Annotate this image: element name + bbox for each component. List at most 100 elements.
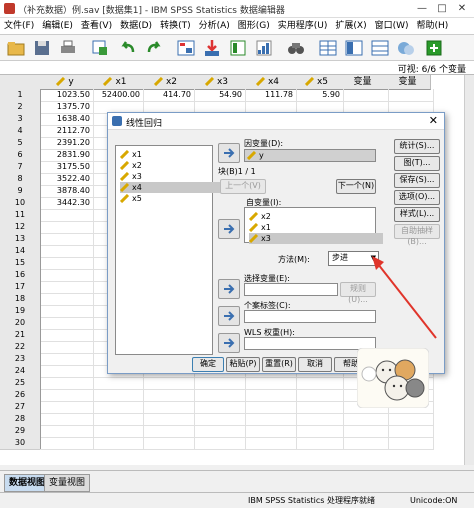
column-header[interactable]: x1 — [90, 75, 141, 90]
column-name: x5 — [316, 77, 329, 87]
arrow-right-icon — [224, 284, 235, 294]
goto-case-icon[interactable] — [176, 38, 196, 58]
ok-button[interactable]: 确定 — [192, 357, 224, 372]
menu-item[interactable]: 查看(V) — [77, 18, 116, 34]
save-icon[interactable] — [32, 38, 52, 58]
menu-item[interactable]: 图形(G) — [234, 18, 274, 34]
minimize-icon[interactable]: — — [414, 2, 430, 15]
menu-item[interactable]: 数据(D) — [116, 18, 156, 34]
list-item[interactable]: x4 — [120, 182, 220, 193]
source-variable-list[interactable]: x1 x2 x3 x4 x5 — [115, 145, 220, 355]
bootstrap-button[interactable]: 自助抽样(B)... — [394, 224, 440, 246]
menu-item[interactable]: 分析(A) — [195, 18, 234, 34]
redo-icon[interactable] — [144, 38, 164, 58]
column-header[interactable]: 变量 — [385, 75, 431, 90]
scale-variable-icon — [120, 172, 130, 181]
grid-cell[interactable] — [385, 437, 434, 450]
menu-item[interactable]: 帮助(H) — [413, 18, 453, 34]
split-file-icon[interactable] — [318, 38, 338, 58]
list-item[interactable]: x3 — [120, 171, 220, 182]
list-item[interactable]: x1 — [120, 149, 220, 160]
goto-variable-icon[interactable] — [202, 38, 222, 58]
undo-icon[interactable] — [118, 38, 138, 58]
column-header[interactable]: 变量 — [340, 75, 386, 90]
column-name: x2 — [165, 77, 178, 87]
independent-variable-list[interactable]: x2 x1 x3 — [244, 207, 383, 244]
style-button[interactable]: 样式(L)... — [394, 207, 440, 222]
menu-item[interactable]: 文件(F) — [0, 18, 38, 34]
list-item[interactable]: x2 — [249, 211, 383, 222]
cat-sticker-image — [357, 348, 429, 408]
column-name: x4 — [267, 77, 280, 87]
menu-item[interactable]: 编辑(E) — [38, 18, 77, 34]
arrow-right-icon — [224, 148, 235, 158]
statistics-button[interactable]: 统计(S)... — [394, 139, 440, 154]
case-labels-field[interactable] — [244, 310, 376, 323]
list-item[interactable]: x1 — [249, 222, 383, 233]
dialog-recall-icon[interactable] — [90, 38, 110, 58]
grid-cell[interactable] — [293, 437, 344, 450]
maximize-icon[interactable]: □ — [434, 2, 450, 15]
column-name: y — [68, 77, 74, 87]
method-select[interactable]: 步进 ▼ — [328, 251, 379, 266]
grid-cell[interactable] — [40, 437, 94, 450]
arrow-right-icon — [224, 224, 235, 234]
scale-variable-icon — [255, 76, 266, 87]
paste-button[interactable]: 粘贴(P) — [226, 357, 260, 372]
grid-cell[interactable] — [242, 437, 297, 450]
options-button[interactable]: 选项(O)... — [394, 190, 440, 205]
column-header[interactable]: x2 — [140, 75, 192, 90]
menu-item[interactable]: 窗口(W) — [371, 18, 413, 34]
list-item[interactable]: x3 — [249, 233, 383, 244]
column-header[interactable]: x3 — [191, 75, 243, 90]
save-button[interactable]: 保存(S)... — [394, 173, 440, 188]
column-header[interactable]: y — [40, 75, 91, 90]
move-independent-button[interactable] — [218, 219, 240, 239]
rule-button[interactable]: 规则(U)... — [340, 282, 376, 304]
value-labels-icon[interactable] — [396, 38, 416, 58]
reset-button[interactable]: 重置(R) — [262, 357, 296, 372]
column-name: 变量 — [398, 77, 417, 87]
move-case-label-button[interactable] — [218, 306, 240, 326]
status-bar: IBM SPSS Statistics 处理程序就绪 Unicode:ON — [0, 492, 474, 508]
tab-variable-view[interactable]: 变量视图 — [44, 474, 91, 492]
descriptive-icon[interactable] — [254, 38, 274, 58]
move-dependent-button[interactable] — [218, 143, 240, 163]
find-icon[interactable] — [286, 38, 306, 58]
column-name: 变量 — [353, 77, 372, 87]
close-icon[interactable]: ✕ — [429, 114, 438, 127]
grid-cell[interactable] — [140, 437, 195, 450]
select-cases-icon[interactable] — [370, 38, 390, 58]
menu-item[interactable]: 转换(T) — [156, 18, 195, 34]
grid-cell[interactable] — [90, 437, 144, 450]
menu-item[interactable]: 扩展(X) — [331, 18, 370, 34]
scale-variable-icon — [249, 212, 259, 221]
open-folder-icon[interactable] — [6, 38, 26, 58]
selection-variable-field[interactable] — [244, 283, 338, 296]
menu-item[interactable]: 实用程序(U) — [274, 18, 332, 34]
window-title: （补充数据）例.sav [数据集1] - IBM SPSS Statistics… — [18, 6, 285, 16]
dependent-field[interactable]: y — [244, 149, 376, 162]
previous-block-button[interactable]: 上一个(V) — [220, 179, 266, 194]
chevron-down-icon: ▼ — [370, 254, 376, 262]
plots-button[interactable]: 图(T)... — [394, 156, 440, 171]
move-selection-button[interactable] — [218, 279, 240, 299]
print-icon[interactable] — [58, 38, 78, 58]
move-wls-button[interactable] — [218, 333, 240, 353]
scale-variable-icon — [249, 223, 259, 232]
variables-icon[interactable] — [228, 38, 248, 58]
list-item[interactable]: x2 — [120, 160, 220, 171]
row-header[interactable]: 30 — [0, 437, 41, 450]
next-block-button[interactable]: 下一个(N) — [336, 179, 376, 194]
list-item[interactable]: x5 — [120, 193, 220, 204]
weight-cases-icon[interactable] — [344, 38, 364, 58]
column-header[interactable]: x5 — [293, 75, 341, 90]
close-icon[interactable]: ✕ — [454, 2, 470, 15]
grid-cell[interactable] — [191, 437, 246, 450]
cancel-button[interactable]: 取消 — [298, 357, 332, 372]
grid-cell[interactable] — [340, 437, 389, 450]
title-bar: （补充数据）例.sav [数据集1] - IBM SPSS Statistics… — [0, 0, 474, 18]
column-header[interactable]: x4 — [242, 75, 294, 90]
vertical-scrollbar[interactable] — [464, 75, 474, 465]
custom-dialog-icon[interactable] — [424, 38, 444, 58]
